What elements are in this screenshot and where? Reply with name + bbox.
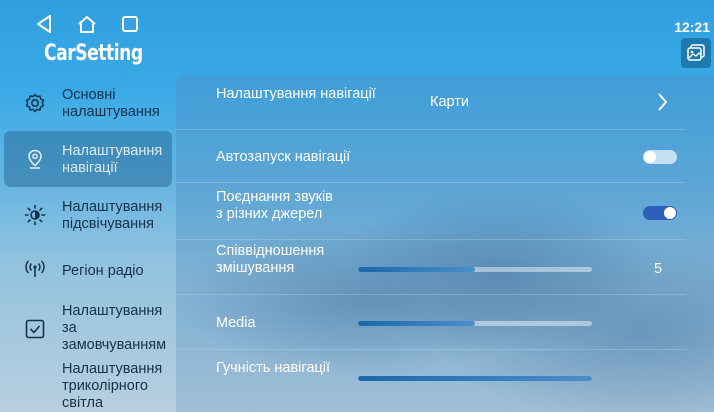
sidebar-item-navigation[interactable]: Налаштування навігації (4, 131, 172, 187)
nav-volume-slider[interactable] (358, 376, 592, 381)
sidebar: Основні налаштування Налаштування навіга… (0, 75, 176, 412)
wallpaper-button[interactable] (681, 38, 711, 68)
sidebar-item-tricolor-light[interactable]: Налаштування триколірного світла (4, 355, 172, 411)
autostart-label: Автозапуск навігації (216, 149, 351, 165)
mix-ratio-slider[interactable] (358, 267, 592, 272)
media-label: Media (216, 315, 256, 331)
sidebar-item-label: Налаштування за замовчуванням (62, 303, 167, 353)
sidebar-item-label: Налаштування підсвічування (62, 199, 163, 232)
recent-apps-icon[interactable] (119, 13, 141, 35)
sidebar-item-label: Налаштування навігації (62, 143, 163, 176)
status-clock: 12:21 (674, 19, 710, 35)
autostart-toggle[interactable] (643, 150, 677, 164)
home-icon[interactable] (76, 13, 98, 35)
gear-icon (25, 93, 45, 113)
brightness-icon (24, 204, 46, 226)
media-row: Media (176, 295, 686, 350)
sidebar-item-label: Регіон радіо (62, 263, 144, 279)
nav-app-label: Налаштування навігації (216, 86, 376, 102)
mix-ratio-label: Співвідношення змішування (216, 243, 325, 276)
media-slider[interactable] (358, 321, 592, 326)
checkbox-icon (25, 319, 45, 339)
mix-ratio-row: Співвідношення змішування 5 (176, 240, 686, 295)
radio-antenna-icon (25, 260, 45, 277)
image-icon (687, 44, 705, 61)
sidebar-item-label: Налаштування триколірного світла (62, 361, 163, 411)
nav-volume-row: Гучність навігації (176, 350, 686, 410)
sound-mix-label: Поєднання звуків з різних джерел (216, 189, 333, 222)
sidebar-item-label: Основні налаштування (62, 87, 160, 120)
settings-panel: Налаштування навігації Карти Автозапуск … (176, 75, 714, 412)
nav-volume-label: Гучність навігації (216, 360, 330, 376)
location-pin-icon (28, 149, 42, 169)
nav-app-value: Карти (430, 94, 469, 110)
chevron-right-icon[interactable] (654, 91, 670, 113)
sidebar-item-radio-region[interactable]: Регіон радіо (4, 243, 172, 299)
autostart-row: Автозапуск навігації (176, 130, 686, 183)
top-bar: CarSetting 12:21 (0, 0, 714, 75)
sound-mix-row: Поєднання звуків з різних джерел (176, 183, 686, 240)
nav-app-row[interactable]: Налаштування навігації Карти (176, 75, 686, 130)
sound-mix-toggle[interactable] (643, 206, 677, 220)
sidebar-item-defaults[interactable]: Налаштування за замовчуванням (4, 299, 172, 355)
app-title: CarSetting (44, 41, 143, 66)
sidebar-item-backlight[interactable]: Налаштування підсвічування (4, 187, 172, 243)
back-icon[interactable] (33, 13, 55, 35)
mix-ratio-value: 5 (654, 261, 663, 277)
sidebar-item-general[interactable]: Основні налаштування (4, 75, 172, 131)
